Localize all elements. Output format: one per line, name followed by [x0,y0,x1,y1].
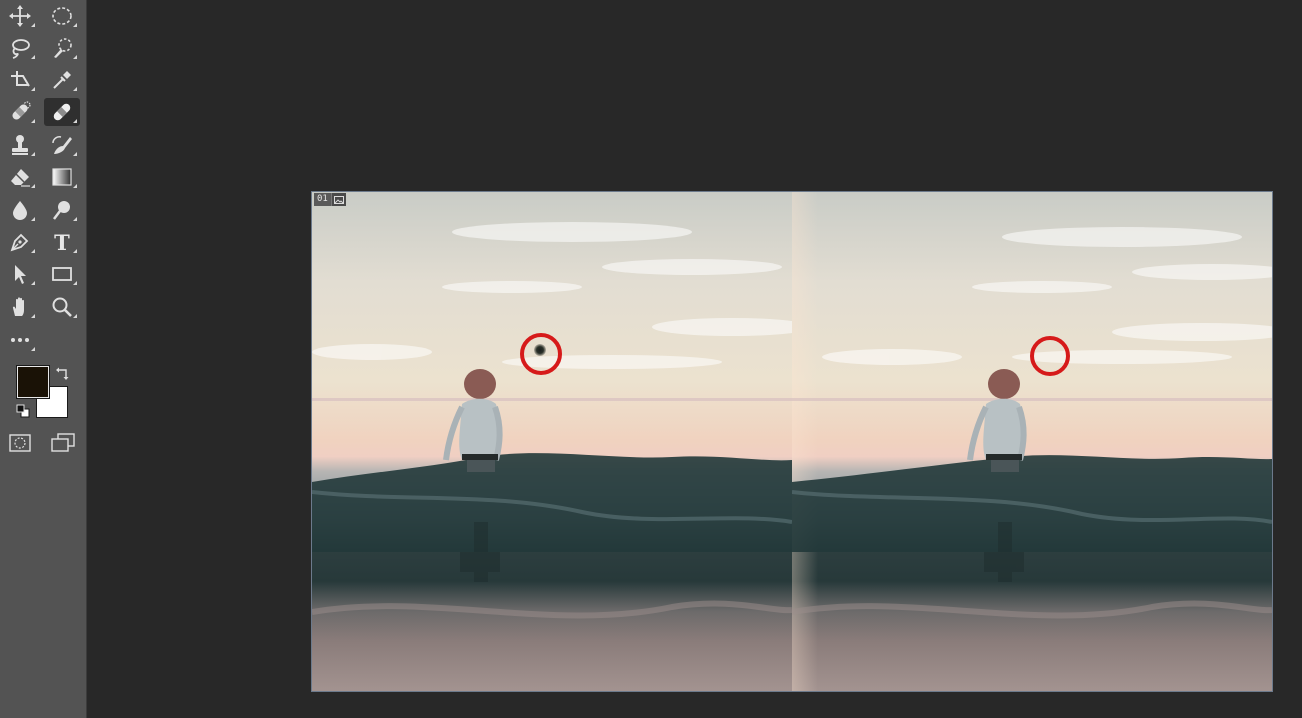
pen-tool[interactable] [2,228,38,256]
move-icon [9,5,31,27]
zoom-tool[interactable] [44,293,80,321]
quick-mask-icon[interactable] [8,432,32,454]
path-selection-tool[interactable] [2,260,38,288]
spot-healing-brush-tool[interactable] [2,98,38,126]
dodge-tool[interactable] [44,196,80,224]
type-tool-glyph: T [54,230,70,254]
edit-toolbar-button[interactable] [2,326,38,354]
gradient-icon [52,168,72,186]
gradient-tool[interactable] [44,163,80,191]
elliptical-marquee-tool[interactable] [44,2,80,30]
ellipse-marquee-icon [52,7,72,25]
eyedropper-tool[interactable] [44,66,80,94]
hand-tool[interactable] [2,293,38,321]
photo-before [312,192,792,691]
annotation-circle-before [520,333,562,375]
type-icon: T [54,230,70,254]
annotation-circle-after [1030,336,1070,376]
history-brush-icon [52,136,72,154]
bandage-icon [53,103,71,121]
beach-scene-after [792,227,1272,619]
lasso-tool[interactable] [2,34,38,62]
rectangle-icon [52,267,72,281]
zoom-icon [52,297,72,317]
drop-icon [13,201,27,220]
image-icon [330,193,346,206]
lasso-icon [12,39,30,59]
spot-healing-icon [12,101,31,120]
eraser-tool[interactable] [2,163,38,191]
blur-tool[interactable] [2,196,38,224]
arrow-icon [15,265,26,284]
photo-after [792,192,1272,691]
crop-tool[interactable] [2,66,38,94]
move-tool[interactable] [2,2,38,30]
quick-selection-icon [54,38,72,58]
stamp-icon [12,135,28,155]
clone-stamp-tool[interactable] [2,131,38,159]
screen-mode-icon[interactable] [50,432,76,454]
pen-icon [10,233,29,252]
tools-panel: T [0,0,87,718]
hand-icon [12,297,24,316]
eraser-icon [11,169,30,187]
default-colors-icon[interactable] [16,404,30,418]
healing-brush-tool[interactable] [44,98,80,126]
quick-selection-tool[interactable] [44,34,80,62]
document-canvas[interactable]: 01 [312,192,1272,691]
type-tool[interactable]: T [44,228,80,256]
history-brush-tool[interactable] [44,131,80,159]
reference-number: 01 [314,193,331,206]
crop-icon [11,71,30,87]
more-icon [11,338,29,342]
foreground-color-swatch[interactable] [16,365,50,399]
rectangle-tool[interactable] [44,260,80,288]
swap-colors-icon[interactable] [56,366,70,380]
dodge-icon [53,201,70,220]
layer-reference-badge: 01 [314,193,346,206]
beach-scene-before [312,222,792,619]
eyedropper-icon [53,71,71,89]
